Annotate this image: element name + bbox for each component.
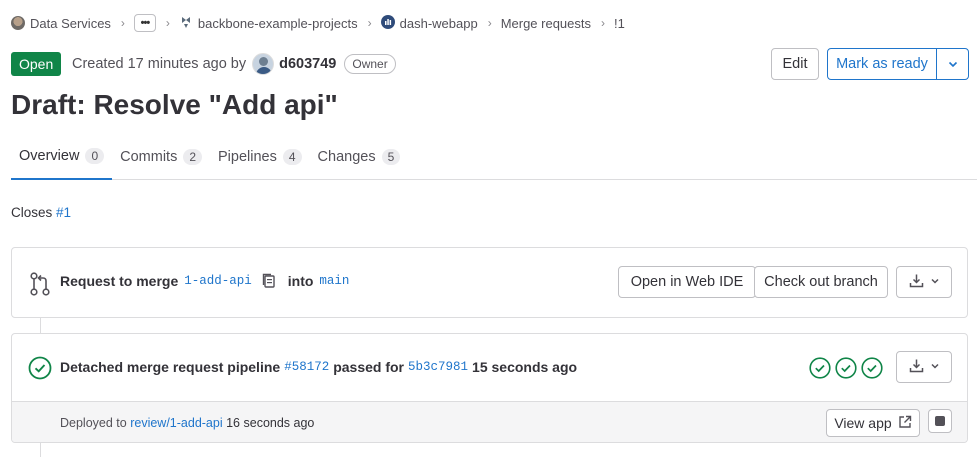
merge-request-widget: Request to merge 1-add-api into main Ope… <box>11 247 968 318</box>
chevron-right-icon: › <box>367 16 372 30</box>
breadcrumb-item-subgroup[interactable]: backbone-example-projects <box>179 15 358 32</box>
breadcrumb-label: Data Services <box>30 15 111 31</box>
author-name[interactable]: d603749 <box>279 56 336 72</box>
view-app-button[interactable]: View app <box>826 409 920 437</box>
tab-pipelines[interactable]: Pipelines 4 <box>210 134 310 179</box>
tab-label: Changes <box>317 148 376 165</box>
pipeline-id-link[interactable]: #58172 <box>284 360 329 374</box>
author-avatar[interactable] <box>252 53 275 75</box>
stage-passed-icon[interactable] <box>835 357 857 382</box>
artifacts-download-button[interactable] <box>896 351 952 383</box>
edit-button[interactable]: Edit <box>771 48 819 80</box>
source-branch-link[interactable]: 1-add-api <box>184 274 252 288</box>
target-branch-link[interactable]: main <box>319 274 349 288</box>
merge-request-icon <box>29 272 51 299</box>
check-out-branch-button[interactable]: Check out branch <box>754 266 888 298</box>
chevron-right-icon: › <box>165 16 170 30</box>
view-app-label: View app <box>834 415 892 431</box>
mark-as-ready-button[interactable]: Mark as ready <box>828 49 937 79</box>
chevron-down-icon <box>930 274 940 290</box>
chevron-right-icon: › <box>120 16 125 30</box>
deployed-to-label: Deployed to <box>60 416 127 430</box>
mark-as-ready-split-button: Mark as ready <box>827 48 969 80</box>
breadcrumb-item-current[interactable]: !1 <box>614 16 625 31</box>
merge-request-tabs: Overview 0 Commits 2 Pipelines 4 Changes… <box>11 134 977 180</box>
pipeline-stages <box>809 357 883 382</box>
pipeline-passed-icon[interactable] <box>28 356 52 383</box>
pipeline-time: 15 seconds ago <box>472 359 578 375</box>
request-to-merge-label: Request to merge <box>60 273 179 289</box>
breadcrumb-item-merge-requests[interactable]: Merge requests <box>501 16 591 31</box>
role-badge: Owner <box>344 54 396 74</box>
tab-commits[interactable]: Commits 2 <box>112 134 210 179</box>
widget-connector <box>40 318 41 333</box>
chevron-down-icon[interactable] <box>937 49 968 79</box>
stage-passed-icon[interactable] <box>861 357 883 382</box>
breadcrumb-label: backbone-example-projects <box>197 15 358 31</box>
created-info: Created 17 minutes ago by d603749 Owner <box>72 52 396 76</box>
created-text: Created 17 minutes ago by <box>72 56 247 72</box>
deployment-info: Deployed to review/1-add-api 16 seconds … <box>60 416 314 430</box>
widget-connector <box>40 443 41 457</box>
pipeline-summary: Detached merge request pipeline #58172 p… <box>12 334 967 401</box>
download-icon <box>909 358 924 377</box>
project-icon <box>380 14 395 32</box>
pipeline-description: Detached merge request pipeline #58172 p… <box>60 359 577 375</box>
download-icon <box>909 273 924 292</box>
environment-link[interactable]: review/1-add-api <box>130 416 222 430</box>
page-title: Draft: Resolve "Add api" <box>11 89 338 120</box>
tab-overview[interactable]: Overview 0 <box>11 134 113 180</box>
copy-branch-icon[interactable] <box>262 273 276 289</box>
pipeline-passed-label: passed for <box>333 359 405 375</box>
closed-issue-link[interactable]: #1 <box>56 205 71 220</box>
tab-label: Pipelines <box>218 148 277 165</box>
tab-count-badge: 4 <box>282 148 302 165</box>
tab-label: Commits <box>120 148 178 165</box>
breadcrumb-label: dash-webapp <box>399 15 478 31</box>
chevron-right-icon: › <box>601 16 606 30</box>
deployment-row: Deployed to review/1-add-api 16 seconds … <box>12 401 967 442</box>
status-badge: Open <box>11 52 62 76</box>
group-avatar-icon <box>11 16 25 30</box>
external-link-icon <box>898 415 912 432</box>
tab-count-badge: 2 <box>183 148 203 165</box>
tab-count-badge: 0 <box>85 148 105 164</box>
tab-count-badge: 5 <box>381 148 401 165</box>
breadcrumb-item-group[interactable]: Data Services <box>11 16 111 31</box>
tab-label: Overview <box>19 148 80 164</box>
download-dropdown-button[interactable] <box>896 266 952 298</box>
stage-passed-icon[interactable] <box>809 357 831 382</box>
deployment-time: 16 seconds ago <box>226 416 315 430</box>
merge-request-branches: Request to merge 1-add-api into main <box>60 273 349 289</box>
backbone-logo-icon <box>179 15 193 32</box>
pipeline-label: Detached merge request pipeline <box>60 359 281 375</box>
closes-label: Closes <box>11 205 53 220</box>
commit-sha-link[interactable]: 5b3c7981 <box>408 360 468 374</box>
pipeline-widget: Detached merge request pipeline #58172 p… <box>11 333 968 443</box>
open-in-web-ide-button[interactable]: Open in Web IDE <box>618 266 756 298</box>
closes-issues: Closes #1 <box>11 205 71 220</box>
stop-icon <box>935 416 945 426</box>
breadcrumb-item-project[interactable]: dash-webapp <box>380 14 478 32</box>
breadcrumb: Data Services › ••• › backbone-example-p… <box>11 13 625 33</box>
chevron-down-icon <box>930 359 940 375</box>
into-label: into <box>287 273 314 289</box>
stop-environment-button[interactable] <box>928 409 952 433</box>
breadcrumb-more-button[interactable]: ••• <box>133 14 156 32</box>
tab-changes[interactable]: Changes 5 <box>310 134 409 179</box>
chevron-right-icon: › <box>487 16 492 30</box>
